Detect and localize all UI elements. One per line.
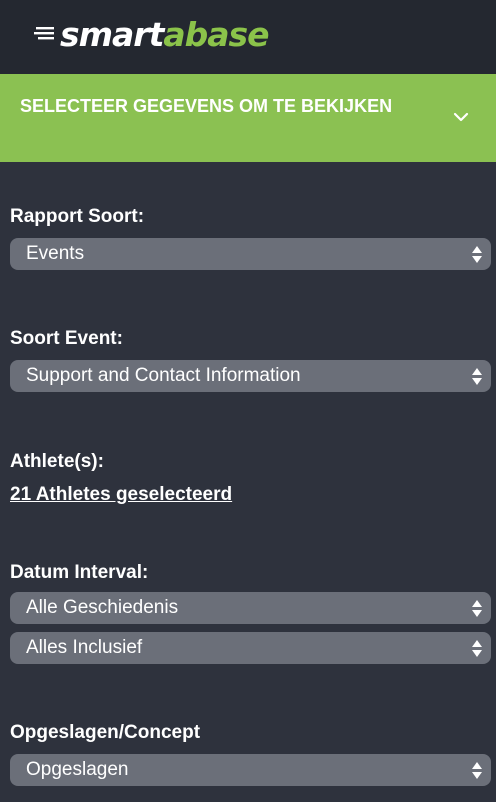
athletes-selected-link[interactable]: 21 Athletes geselecteerd (10, 484, 232, 506)
report-type-label: Rapport Soort: (10, 206, 145, 227)
smartabase-logo[interactable]: smart abase (34, 14, 270, 54)
chevron-down-icon[interactable] (452, 108, 470, 126)
updown-arrows-icon (472, 368, 482, 385)
date-inclusion-value: Alles Inclusief (26, 637, 143, 658)
updown-arrows-icon (472, 246, 482, 263)
event-type-select[interactable]: Support and Contact Information (10, 360, 491, 392)
banner-title: SELECTEER GEGEVENS OM TE BEKIJKEN (20, 96, 393, 116)
logo-text-smart: smart (60, 14, 164, 54)
athletes-label: Athlete(s): (10, 451, 104, 472)
date-range-select[interactable]: Alle Geschiedenis (10, 592, 491, 624)
saved-draft-label: Opgeslagen/Concept (10, 722, 201, 743)
report-type-select[interactable]: Events (10, 238, 491, 270)
speed-lines-icon (34, 27, 54, 40)
event-type-value: Support and Contact Information (26, 365, 301, 386)
report-type-value: Events (26, 243, 85, 264)
updown-arrows-icon (472, 640, 482, 657)
select-data-banner[interactable]: SELECTEER GEGEVENS OM TE BEKIJKEN (0, 74, 496, 162)
event-type-label: Soort Event: (10, 328, 123, 349)
saved-draft-select[interactable]: Opgeslagen (10, 754, 491, 786)
saved-draft-value: Opgeslagen (26, 759, 129, 780)
date-inclusion-select[interactable]: Alles Inclusief (10, 632, 491, 664)
date-range-value: Alle Geschiedenis (26, 597, 179, 618)
app-header: smart abase (0, 0, 496, 74)
updown-arrows-icon (472, 600, 482, 617)
logo-text-abase: abase (163, 14, 269, 54)
updown-arrows-icon (472, 762, 482, 779)
date-interval-label: Datum Interval: (10, 562, 149, 583)
